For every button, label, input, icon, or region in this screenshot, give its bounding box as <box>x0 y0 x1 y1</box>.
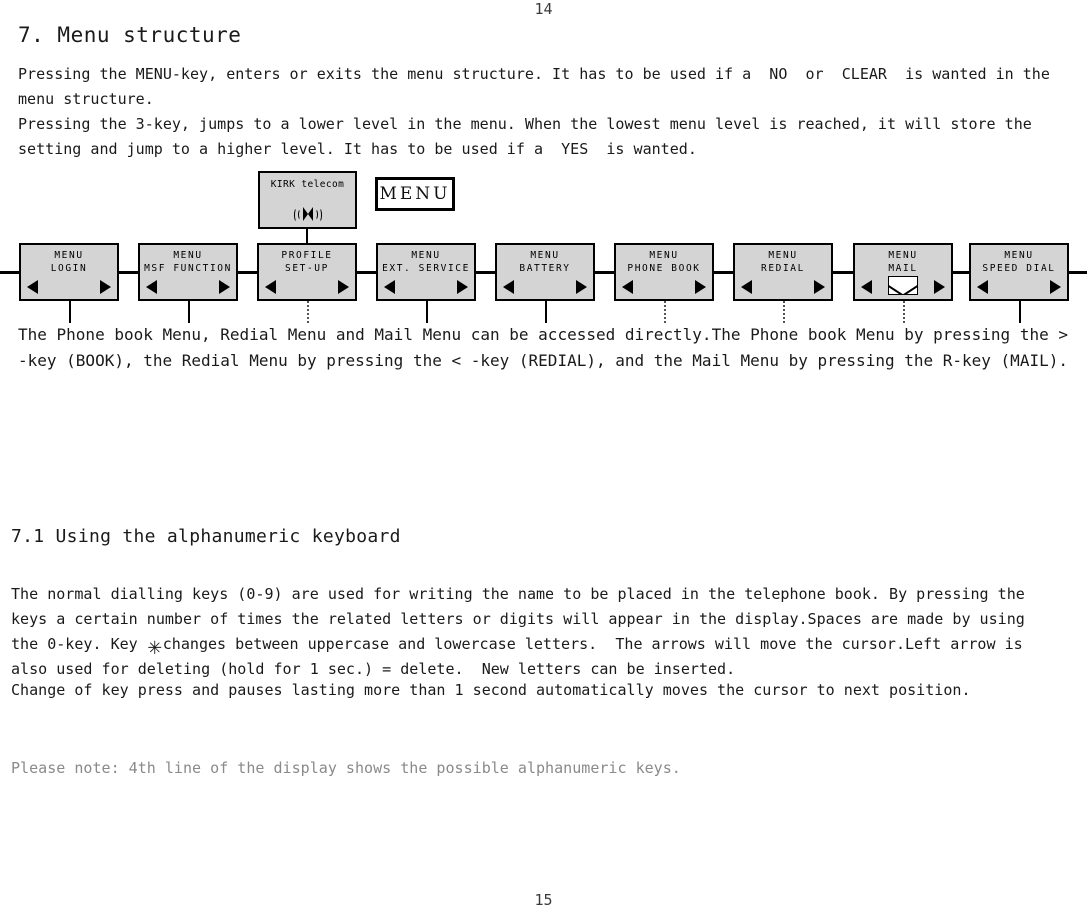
arrow-left-icon[interactable] <box>622 280 633 294</box>
menu-cell-ext-service[interactable]: MENU EXT. SERVICE <box>376 243 476 301</box>
connector-standby-to-profile <box>306 229 308 243</box>
dialling-text-part-2: changes between uppercase and lowercase … <box>11 635 1032 678</box>
standby-display-title: KIRK telecom <box>270 179 345 190</box>
connector-down-5 <box>545 301 547 323</box>
menu-cell-title: MENU <box>54 250 84 261</box>
arrow-right-icon[interactable] <box>100 280 111 294</box>
page-number-top: 14 <box>534 0 553 18</box>
connector-horizontal <box>1069 271 1087 274</box>
menu-cell-subtitle: MAIL <box>888 263 918 274</box>
menu-cell-subtitle: EXT. SERVICE <box>382 263 470 274</box>
arrow-left-icon[interactable] <box>265 280 276 294</box>
paragraph-dialling-keys: The normal dialling keys (0-9) are used … <box>11 585 1034 678</box>
connector-down-8 <box>903 301 905 323</box>
connector-down-3 <box>307 301 309 323</box>
connector-down-4 <box>426 301 428 323</box>
menu-cell-subtitle: REDIAL <box>761 263 805 274</box>
connector-horizontal <box>238 271 257 274</box>
connector-horizontal <box>714 271 733 274</box>
connector-horizontal <box>0 271 19 274</box>
menu-cell-battery[interactable]: MENU BATTERY <box>495 243 595 301</box>
arrow-right-icon[interactable] <box>1050 280 1061 294</box>
arrow-right-icon[interactable] <box>695 280 706 294</box>
menu-cell-subtitle: LOGIN <box>50 263 88 274</box>
paragraph-menu-key: Pressing the MENU-key, enters or exits t… <box>18 65 1059 108</box>
arrow-right-icon[interactable] <box>814 280 825 294</box>
connector-down-2 <box>188 301 190 323</box>
menu-cell-title: MENU <box>411 250 441 261</box>
connector-down-6 <box>664 301 666 323</box>
arrow-right-icon[interactable] <box>219 280 230 294</box>
connector-down-1 <box>69 301 71 323</box>
menu-cell-phone-book[interactable]: MENU PHONE BOOK <box>614 243 714 301</box>
menu-cell-title: MENU <box>530 250 560 261</box>
arrow-left-icon[interactable] <box>741 280 752 294</box>
menu-cell-redial[interactable]: MENU REDIAL <box>733 243 833 301</box>
antenna-icon <box>293 206 322 222</box>
menu-cell-title: MENU <box>888 250 918 261</box>
menu-cell-login[interactable]: MENU LOGIN <box>19 243 119 301</box>
arrow-left-icon[interactable] <box>861 280 872 294</box>
arrow-left-icon[interactable] <box>977 280 988 294</box>
connector-horizontal <box>119 271 138 274</box>
arrow-right-icon[interactable] <box>576 280 587 294</box>
arrow-left-icon[interactable] <box>503 280 514 294</box>
page-number-bottom: 15 <box>534 891 553 909</box>
standby-display: KIRK telecom <box>258 171 357 229</box>
connector-horizontal <box>476 271 495 274</box>
menu-cell-title: MENU <box>768 250 798 261</box>
arrow-left-icon[interactable] <box>27 280 38 294</box>
menu-structure-diagram: KIRK telecom MENU LOGIN MENU MSF FUNCTION PR… <box>0 165 1087 323</box>
menu-cell-mail[interactable]: MENU MAIL <box>853 243 953 301</box>
arrow-left-icon[interactable] <box>384 280 395 294</box>
connector-horizontal <box>833 271 853 274</box>
arrow-right-icon[interactable] <box>934 280 945 294</box>
arrow-left-icon[interactable] <box>146 280 157 294</box>
menu-cell-speed-dial[interactable]: MENU SPEED DIAL <box>969 243 1069 301</box>
paragraph-three-key: Pressing the 3-key, jumps to a lower lev… <box>18 115 1041 158</box>
envelope-icon <box>888 276 918 295</box>
menu-key-callout: MENU <box>375 177 455 211</box>
menu-cell-set-up[interactable]: PROFILE SET-UP <box>257 243 357 301</box>
menu-cell-title: PROFILE <box>281 250 333 261</box>
subsection-heading: 7.1 Using the alphanumeric keyboard <box>11 526 401 547</box>
menu-cell-subtitle: BATTERY <box>519 263 571 274</box>
menu-cell-title: MENU <box>173 250 203 261</box>
menu-cell-title: MENU <box>1004 250 1034 261</box>
section-heading: 7. Menu structure <box>18 23 242 47</box>
menu-cell-subtitle: SET-UP <box>285 263 329 274</box>
connector-horizontal <box>953 271 969 274</box>
menu-cell-msf-function[interactable]: MENU MSF FUNCTION <box>138 243 238 301</box>
menu-cell-subtitle: PHONE BOOK <box>627 263 701 274</box>
menu-cell-subtitle: MSF FUNCTION <box>144 263 232 274</box>
paragraph-direct-access: The Phone book Menu, Redial Menu and Mai… <box>18 325 1078 370</box>
connector-down-9 <box>1019 301 1021 323</box>
paragraph-change-of-key: Change of key press and pauses lasting m… <box>11 681 971 699</box>
arrow-right-icon[interactable] <box>338 280 349 294</box>
menu-cell-subtitle: SPEED DIAL <box>982 263 1056 274</box>
connector-down-7 <box>783 301 785 323</box>
menu-cell-title: MENU <box>649 250 679 261</box>
connector-horizontal <box>357 271 376 274</box>
paragraph-please-note: Please note: 4th line of the display sho… <box>11 759 681 777</box>
connector-horizontal <box>595 271 614 274</box>
arrow-right-icon[interactable] <box>457 280 468 294</box>
